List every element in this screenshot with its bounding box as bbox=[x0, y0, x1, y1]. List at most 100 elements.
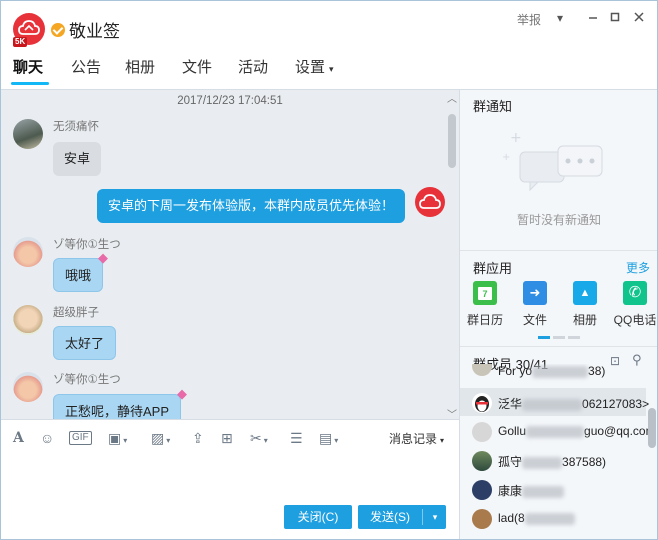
sender-name: 超级胖子 bbox=[53, 307, 99, 319]
apps-page-indicator-active[interactable] bbox=[538, 336, 550, 339]
close-icon bbox=[634, 12, 644, 22]
message-bubble[interactable]: 安卓 bbox=[53, 142, 102, 176]
empty-notice-illustration-icon: + + bbox=[502, 130, 603, 192]
member-name-text: Gollu bbox=[498, 424, 527, 438]
message-bubble-self[interactable]: 安卓的下周一发布体验版，本群内成员优先体验！ bbox=[97, 189, 406, 223]
upload-icon[interactable]: ⇪ bbox=[192, 429, 204, 447]
avatar[interactable] bbox=[415, 187, 445, 217]
cloud-icon bbox=[419, 194, 441, 209]
kite-decoration-icon: ◆ bbox=[98, 250, 108, 265]
penguin-avatar bbox=[472, 393, 492, 413]
members-scrollbar-thumb[interactable] bbox=[648, 408, 656, 448]
present-icon[interactable]: ⊞ bbox=[221, 429, 233, 447]
font-icon[interactable]: A bbox=[13, 429, 24, 447]
chat-scrollbar[interactable]: ︿ ﹀ bbox=[445, 90, 459, 419]
scroll-up-icon[interactable]: ︿ bbox=[447, 90, 457, 105]
blurred-text bbox=[524, 512, 575, 525]
notice-empty-text: 暂时没有新通知 bbox=[516, 213, 601, 227]
gif-icon[interactable]: GIF bbox=[69, 431, 92, 445]
member-name-text: For yo bbox=[498, 364, 533, 378]
tab-settings[interactable]: 设置 ▾ bbox=[295, 56, 334, 77]
tab-files[interactable]: 文件 bbox=[182, 56, 212, 77]
member-name: lad(8 bbox=[498, 511, 575, 525]
send-options-dropdown-icon[interactable]: ▾ bbox=[426, 505, 444, 529]
active-tab-indicator bbox=[11, 82, 49, 85]
blurred-text bbox=[526, 425, 585, 438]
apps-page-indicator[interactable] bbox=[553, 336, 565, 339]
folder-icon: ➜ bbox=[523, 281, 547, 305]
app-files[interactable]: ➜ 文件 bbox=[513, 281, 557, 328]
image-icon[interactable]: ▨ ▾ bbox=[151, 429, 170, 447]
red-packet-icon[interactable]: ☰ bbox=[290, 429, 303, 447]
app-qq-call[interactable]: ✆ QQ电话 bbox=[613, 281, 657, 328]
apps-page-indicator[interactable] bbox=[568, 336, 580, 339]
send-button[interactable]: 发送(S) ▾ bbox=[358, 505, 446, 529]
member-row[interactable]: lad(8 bbox=[460, 504, 646, 532]
app-calendar[interactable]: 7 群日历 bbox=[463, 281, 507, 328]
app-album[interactable]: ▲ 相册 bbox=[563, 281, 607, 328]
chat-message-area[interactable]: 2017/12/23 17:04:51 无须痛怀 安卓 安卓的下周一发布体验版，… bbox=[1, 89, 459, 419]
avatar-tag: 5K bbox=[13, 37, 28, 47]
send-label: 发送(S) bbox=[370, 510, 410, 524]
close-button[interactable]: 关闭(C) bbox=[284, 505, 352, 529]
member-name: 泛华 062127083> bbox=[498, 395, 649, 412]
tab-chat[interactable]: 聊天 bbox=[13, 56, 43, 77]
scissors-icon[interactable]: ✂ ▾ bbox=[250, 429, 268, 447]
qq-group-chat-window: 5K 敬业签 举报 ▾ 聊天 公告 相册 文件 活动 设置 ▾ 2017/12/2… bbox=[0, 0, 658, 540]
avatar[interactable] bbox=[13, 119, 43, 149]
screen-icon[interactable]: ▤ ▾ bbox=[319, 429, 338, 447]
chevron-down-icon: ▾ bbox=[329, 64, 334, 74]
apps-title: 群应用 bbox=[473, 261, 513, 276]
minimize-button[interactable] bbox=[585, 10, 601, 26]
minimize-icon bbox=[589, 17, 597, 19]
tab-announcement[interactable]: 公告 bbox=[71, 56, 101, 77]
member-name-text: 孤守 bbox=[498, 455, 523, 469]
member-name-tail: 38) bbox=[588, 364, 606, 378]
message-history-button[interactable]: 消息记录 ▾ bbox=[389, 430, 444, 447]
report-button[interactable]: 举报 bbox=[517, 11, 541, 28]
member-row[interactable]: 孤守 387588) bbox=[460, 446, 646, 474]
dropdown-arrow-icon[interactable]: ▾ bbox=[552, 10, 568, 26]
app-label: QQ电话 bbox=[613, 313, 657, 327]
blurred-text bbox=[522, 485, 565, 498]
sender-name: ゾ等你①生つ bbox=[53, 239, 121, 251]
avatar[interactable] bbox=[13, 372, 43, 402]
app-label: 相册 bbox=[572, 313, 597, 327]
app-label: 文件 bbox=[522, 313, 547, 327]
message-history-label: 消息记录 bbox=[389, 432, 438, 446]
message-bubble[interactable]: 太好了 bbox=[53, 326, 117, 360]
avatar[interactable] bbox=[13, 305, 43, 335]
message-bubble[interactable]: 哦哦 bbox=[53, 258, 104, 292]
tab-activity[interactable]: 活动 bbox=[238, 56, 268, 77]
calendar-glyph: 7 bbox=[478, 287, 492, 300]
member-name: 康康 bbox=[498, 482, 565, 499]
divider bbox=[460, 346, 657, 347]
emoji-icon[interactable]: ☺ bbox=[40, 429, 54, 447]
scroll-down-icon[interactable]: ﹀ bbox=[447, 406, 457, 419]
member-name-text: 康康 bbox=[498, 484, 523, 498]
gift-icon[interactable]: ▣ ▾ bbox=[108, 429, 127, 447]
avatar[interactable] bbox=[13, 237, 43, 267]
app-label: 群日历 bbox=[466, 313, 503, 327]
member-name-text: lad(8 bbox=[498, 511, 525, 525]
member-row[interactable]: Gollu guo@qq.com bbox=[460, 417, 656, 445]
verified-badge-icon bbox=[51, 23, 65, 37]
svg-text:+: + bbox=[510, 130, 522, 146]
message-bubble[interactable]: 正愁呢，静待APP bbox=[53, 394, 182, 419]
scrollbar-thumb[interactable] bbox=[448, 114, 456, 168]
group-avatar[interactable]: 5K bbox=[13, 13, 45, 47]
message-input[interactable]: 关闭(C) 发送(S) ▾ bbox=[1, 455, 459, 539]
member-name: For yo 38) bbox=[498, 364, 605, 378]
tab-album[interactable]: 相册 bbox=[125, 56, 155, 77]
member-row[interactable]: 康康 bbox=[460, 475, 646, 503]
apps-more-link[interactable]: 更多 bbox=[626, 259, 650, 276]
close-window-button[interactable] bbox=[631, 10, 647, 26]
cloud-icon bbox=[18, 20, 40, 35]
member-row[interactable]: 泛华 062127083> bbox=[460, 388, 649, 416]
photo-icon: ▲ bbox=[573, 281, 597, 305]
maximize-icon bbox=[610, 12, 620, 22]
svg-text:+: + bbox=[502, 152, 510, 163]
phone-icon: ✆ bbox=[623, 281, 647, 305]
maximize-button[interactable] bbox=[607, 10, 623, 26]
member-row[interactable]: For yo 38) bbox=[460, 364, 646, 384]
